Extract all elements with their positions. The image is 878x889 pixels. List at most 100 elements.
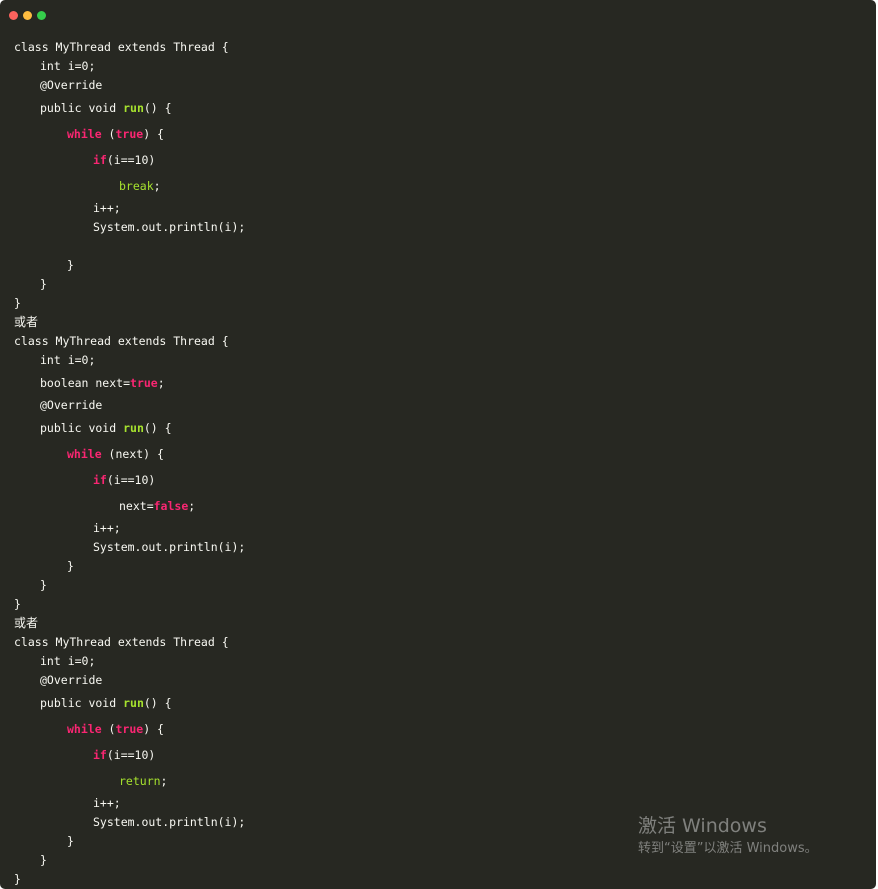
close-button[interactable] — [9, 11, 18, 20]
code-line: if(i==10) — [93, 471, 155, 489]
closing-brace: } — [40, 578, 47, 592]
keyword-while: while — [67, 447, 102, 461]
increment-statement: i++; — [93, 201, 121, 215]
if-condition: (i==10) — [106, 473, 156, 487]
method-params: () { — [143, 421, 172, 435]
code-line: System.out.println(i); — [93, 218, 245, 236]
keyword-if: if — [93, 748, 107, 762]
punctuation: ; — [188, 499, 196, 513]
code-line: if(i==10) — [93, 151, 155, 169]
keyword-if: if — [93, 153, 107, 167]
keyword-return: return — [119, 774, 161, 788]
annotation: @Override — [40, 78, 103, 92]
closing-brace: } — [40, 853, 47, 867]
punctuation: ; — [160, 774, 168, 788]
method-params: () { — [143, 101, 172, 115]
separator-text: 或者 — [14, 616, 39, 630]
increment-statement: i++; — [93, 521, 121, 535]
class-declaration: class MyThread extends Thread { — [14, 334, 229, 348]
code-line: boolean next=true; — [40, 374, 165, 392]
println-statement: System.out.println(i); — [93, 540, 246, 554]
field-declaration: boolean next= — [40, 376, 131, 390]
keyword-false: false — [153, 499, 189, 513]
if-condition: (i==10) — [106, 153, 156, 167]
keyword-true: true — [130, 376, 158, 390]
println-statement: System.out.println(i); — [93, 815, 246, 829]
separator-text: 或者 — [14, 315, 39, 329]
keyword-break: break — [119, 179, 154, 193]
closing-brace: } — [67, 834, 74, 848]
code-line: } — [14, 294, 21, 312]
keyword-while: while — [67, 722, 102, 736]
field-declaration: int i=0; — [40, 654, 96, 668]
code-line: int i=0; — [40, 652, 95, 670]
watermark-subtitle: 转到“设置”以激活 Windows。 — [638, 841, 818, 856]
closing-brace: } — [14, 872, 21, 886]
code-line: while (true) { — [67, 125, 164, 143]
closing-brace: } — [67, 258, 74, 272]
punctuation: ) { — [143, 127, 164, 141]
code-line: System.out.println(i); — [93, 813, 245, 831]
code-line: } — [67, 832, 74, 850]
zoom-button[interactable] — [37, 11, 46, 20]
code-line: } — [40, 576, 47, 594]
keyword-true: true — [115, 127, 144, 141]
punctuation: ( — [101, 722, 116, 736]
method-params: () { — [143, 696, 172, 710]
code-line: i++; — [93, 199, 121, 217]
code-line: } — [40, 275, 47, 293]
if-condition: (i==10) — [106, 748, 156, 762]
punctuation: ) { — [143, 722, 164, 736]
punctuation: ( — [101, 127, 116, 141]
assignment: next= — [119, 499, 154, 513]
keyword-true: true — [115, 722, 144, 736]
annotation: @Override — [40, 673, 103, 687]
method-modifiers: public void — [40, 696, 124, 710]
closing-brace: } — [14, 597, 21, 611]
code-line: } — [14, 595, 21, 613]
punctuation: ; — [153, 179, 161, 193]
code-line: } — [40, 851, 47, 869]
method-modifiers: public void — [40, 421, 124, 435]
code-line: while (true) { — [67, 720, 164, 738]
watermark-title: 激活 Windows — [638, 815, 767, 837]
code-line: } — [14, 870, 21, 888]
activation-watermark: 激活 Windows 转到“设置”以激活 Windows。 — [638, 813, 818, 859]
code-line: int i=0; — [40, 351, 95, 369]
code-line: public void run() { — [40, 419, 172, 437]
code-line: } — [67, 256, 74, 274]
closing-brace: } — [40, 277, 47, 291]
annotation: @Override — [40, 398, 103, 412]
println-statement: System.out.println(i); — [93, 220, 246, 234]
while-condition: (next) { — [101, 447, 164, 461]
code-line: if(i==10) — [93, 746, 155, 764]
closing-brace: } — [67, 559, 74, 573]
code-line: public void run() { — [40, 694, 172, 712]
punctuation: ; — [157, 376, 165, 390]
minimize-button[interactable] — [23, 11, 32, 20]
code-line: class MyThread extends Thread { — [14, 332, 229, 350]
increment-statement: i++; — [93, 796, 121, 810]
class-declaration: class MyThread extends Thread { — [14, 40, 229, 54]
method-name: run — [123, 421, 144, 435]
code-line: while (next) { — [67, 445, 164, 463]
keyword-if: if — [93, 473, 107, 487]
code-line: next=false; — [119, 497, 195, 515]
closing-brace: } — [14, 296, 21, 310]
keyword-while: while — [67, 127, 102, 141]
window-controls — [9, 11, 46, 20]
field-declaration: int i=0; — [40, 59, 96, 73]
method-name: run — [123, 696, 144, 710]
code-line: break; — [119, 177, 161, 195]
code-line: @Override — [40, 76, 102, 94]
code-line: i++; — [93, 794, 121, 812]
code-line: @Override — [40, 396, 102, 414]
code-line: class MyThread extends Thread { — [14, 633, 229, 651]
code-line: System.out.println(i); — [93, 538, 245, 556]
code-line: class MyThread extends Thread { — [14, 38, 229, 56]
code-line: return; — [119, 772, 167, 790]
field-declaration: int i=0; — [40, 353, 96, 367]
code-window: class MyThread extends Thread { int i=0;… — [0, 0, 876, 889]
method-name: run — [123, 101, 144, 115]
code-line: i++; — [93, 519, 121, 537]
